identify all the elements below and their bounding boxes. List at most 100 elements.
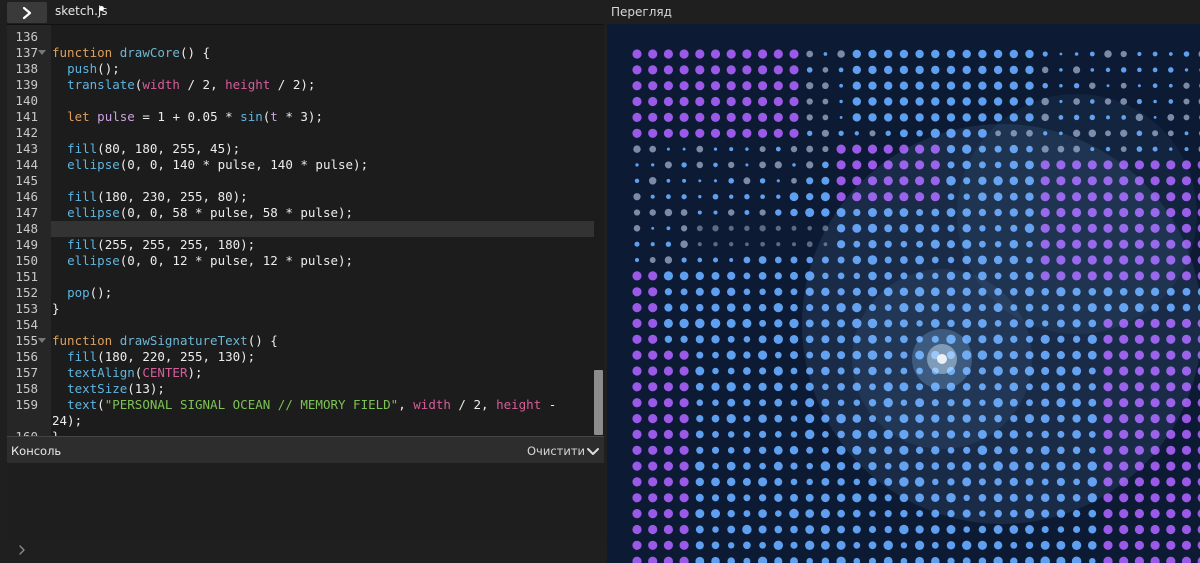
code-line[interactable]: 136 [7, 29, 597, 45]
line-number: 139 [15, 77, 38, 92]
signal-dot [710, 318, 721, 329]
signal-dot [649, 257, 656, 263]
signal-dot [773, 49, 783, 59]
signal-dot [758, 525, 767, 534]
code-text: textSize(13); [52, 381, 165, 397]
signal-dot [712, 462, 719, 470]
signal-dot [1073, 82, 1080, 89]
signal-dot [633, 193, 641, 201]
code-line[interactable]: 148 [7, 221, 597, 237]
code-line[interactable]: 149 fill(255, 255, 255, 180); [7, 237, 597, 253]
signal-dot [790, 288, 798, 296]
signal-dot [884, 81, 893, 90]
code-token: ellipse [67, 253, 120, 268]
signal-dot [1150, 461, 1160, 471]
line-number: 152 [15, 285, 38, 300]
signal-dot [679, 366, 689, 376]
code-line[interactable]: 155 function drawSignatureText() { [7, 333, 597, 349]
signal-dot [946, 81, 956, 90]
code-token: fill [67, 349, 98, 364]
signal-dot [916, 510, 924, 518]
signal-dot [1166, 556, 1176, 563]
editor-scrollbar[interactable] [594, 370, 603, 435]
code-line[interactable]: 143 fill(80, 180, 255, 45); [7, 141, 597, 157]
signal-dot [1009, 49, 1018, 59]
signal-dot [712, 526, 719, 533]
signal-dot [698, 179, 702, 183]
signal-dot [806, 67, 813, 73]
code-line[interactable]: 146 fill(180, 230, 255, 80); [7, 189, 597, 205]
code-line[interactable]: 158 textSize(13); [7, 381, 597, 397]
signal-dot [1181, 477, 1192, 487]
code-line[interactable]: 159 text("PERSONAL SIGNAL OCEAN // MEMOR… [7, 397, 597, 413]
code-line[interactable]: 139 translate(width / 2, height / 2); [7, 77, 597, 93]
signal-dot [679, 493, 689, 503]
code-line[interactable]: 140 [7, 93, 597, 109]
signal-dot [726, 477, 736, 487]
signal-dot [805, 207, 815, 218]
signal-dot [743, 494, 751, 502]
line-number: 140 [15, 93, 38, 108]
signal-dot [648, 366, 658, 376]
code-line[interactable]: 138 push(); [7, 61, 597, 77]
signal-dot [774, 161, 782, 169]
code-text: text("PERSONAL SIGNAL OCEAN // MEMORY FI… [52, 397, 556, 413]
code-editor[interactable]: 136 137 function drawCore() {138 push(); 13… [7, 24, 604, 437]
code-token: = 1 + 0.05 * [134, 109, 241, 124]
code-text: fill(180, 230, 255, 80); [52, 189, 248, 205]
code-line[interactable]: 152 pop(); [7, 285, 597, 301]
signal-dot [632, 334, 642, 344]
signal-dot [728, 161, 735, 169]
signal-dot [1025, 49, 1034, 59]
signal-dot [729, 147, 734, 152]
signal-dot [663, 318, 673, 328]
signal-dot [1137, 51, 1142, 57]
signal-dot [836, 144, 846, 154]
code-line[interactable]: 154 [7, 317, 597, 333]
code-line[interactable]: 142 [7, 125, 597, 141]
signal-dot [710, 96, 721, 107]
fold-triangle-icon[interactable] [38, 50, 46, 55]
signal-dot [1184, 131, 1189, 136]
fold-triangle-icon[interactable] [38, 338, 46, 343]
signal-dot [679, 445, 689, 455]
sketch-preview-canvas[interactable] [607, 24, 1200, 563]
code-line[interactable]: 151 [7, 269, 597, 285]
signal-dot [727, 509, 735, 518]
code-token: 24); [52, 413, 83, 428]
console-input[interactable] [7, 538, 604, 563]
code-line[interactable]: 24); [7, 413, 597, 429]
signal-dot [978, 49, 987, 59]
signal-dot [1104, 50, 1112, 58]
signal-dot [697, 242, 702, 247]
signal-dot [1150, 540, 1160, 550]
signal-dot [1166, 509, 1176, 519]
signal-dot [744, 225, 750, 231]
code-line[interactable]: 157 textAlign(CENTER); [7, 365, 597, 381]
signal-dot [632, 350, 642, 360]
run-button[interactable] [7, 2, 47, 23]
signal-dot [711, 382, 720, 391]
code-text: fill(180, 220, 255, 130); [52, 349, 255, 365]
code-token: (0, 0, 140 * pulse, 140 * pulse); [119, 157, 369, 172]
code-line[interactable]: 141 let pulse = 1 + 0.05 * sin(t * 3); [7, 109, 597, 125]
code-line[interactable]: 153} [7, 301, 597, 317]
line-number: 154 [15, 317, 38, 332]
code-line[interactable]: 144 ellipse(0, 0, 140 * pulse, 140 * pul… [7, 157, 597, 173]
signal-dot [648, 477, 658, 487]
signal-dot [1059, 52, 1063, 56]
signal-dot [695, 318, 705, 329]
clear-console-button[interactable]: Очистити [527, 444, 585, 458]
code-line[interactable]: 137 function drawCore() { [7, 45, 597, 61]
code-line[interactable]: 156 fill(180, 220, 255, 130); [7, 349, 597, 365]
code-line[interactable]: 150 ellipse(0, 0, 12 * pulse, 12 * pulse… [7, 253, 597, 269]
signal-dot [679, 65, 689, 75]
signal-dot [663, 429, 673, 439]
code-line[interactable]: 145 [7, 173, 597, 189]
console-toggle-button[interactable] [586, 443, 600, 462]
signal-dot [791, 177, 797, 184]
signal-dot [790, 383, 798, 391]
code-line[interactable]: 147 ellipse(0, 0, 58 * pulse, 58 * pulse… [7, 205, 597, 221]
signal-dot [884, 49, 893, 59]
